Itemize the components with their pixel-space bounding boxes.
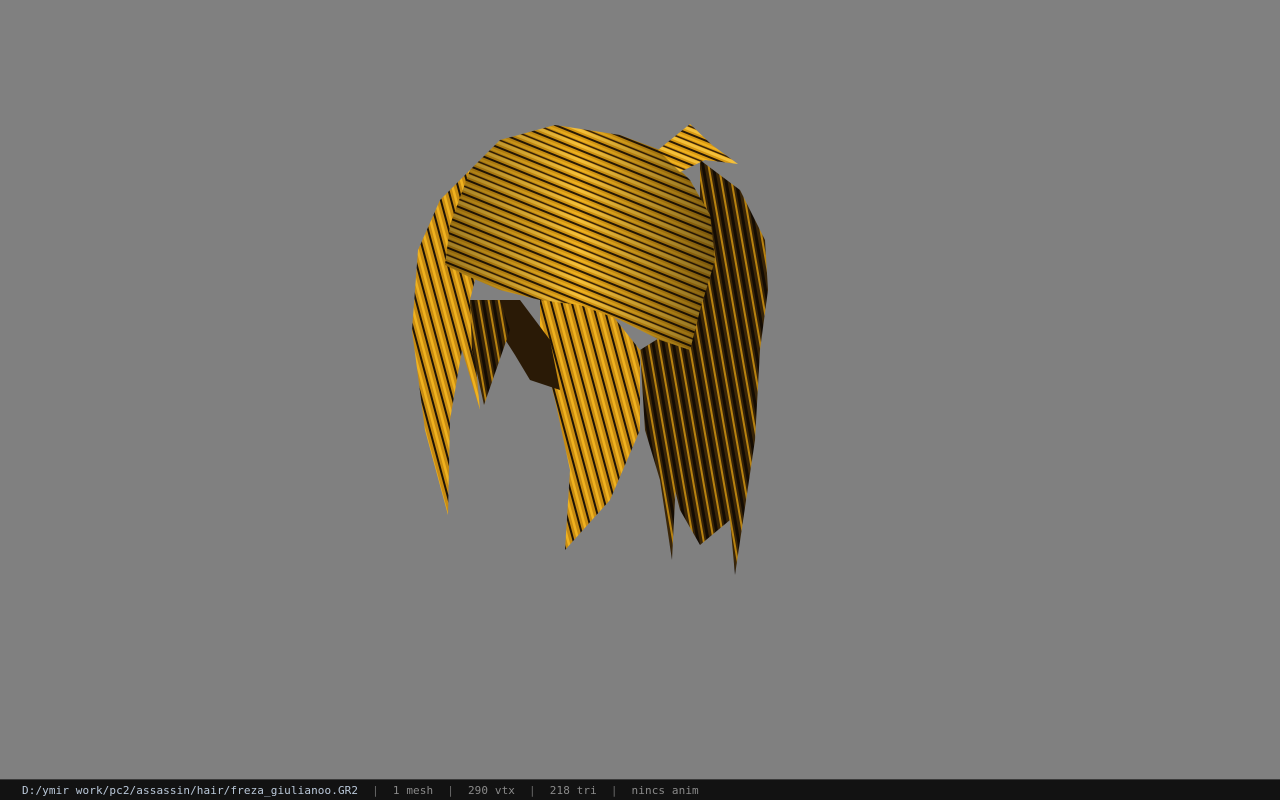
mesh-count-label: 1 mesh	[392, 783, 434, 797]
separator: |	[447, 783, 454, 797]
vertex-count-label: 290 vtx	[467, 783, 516, 797]
hair-mesh-model	[412, 124, 768, 575]
separator: |	[372, 783, 379, 797]
separator: |	[610, 783, 618, 797]
file-path-label: D:/ymir work/pc2/assassin/hair/freza_giu…	[22, 783, 359, 797]
3d-viewport[interactable]	[0, 0, 1280, 779]
status-bar: D:/ymir work/pc2/assassin/hair/freza_giu…	[0, 779, 1280, 800]
triangle-count-label: 218 tri	[549, 783, 597, 797]
animation-info-label: nincs anim	[631, 783, 699, 797]
separator: |	[529, 783, 536, 797]
